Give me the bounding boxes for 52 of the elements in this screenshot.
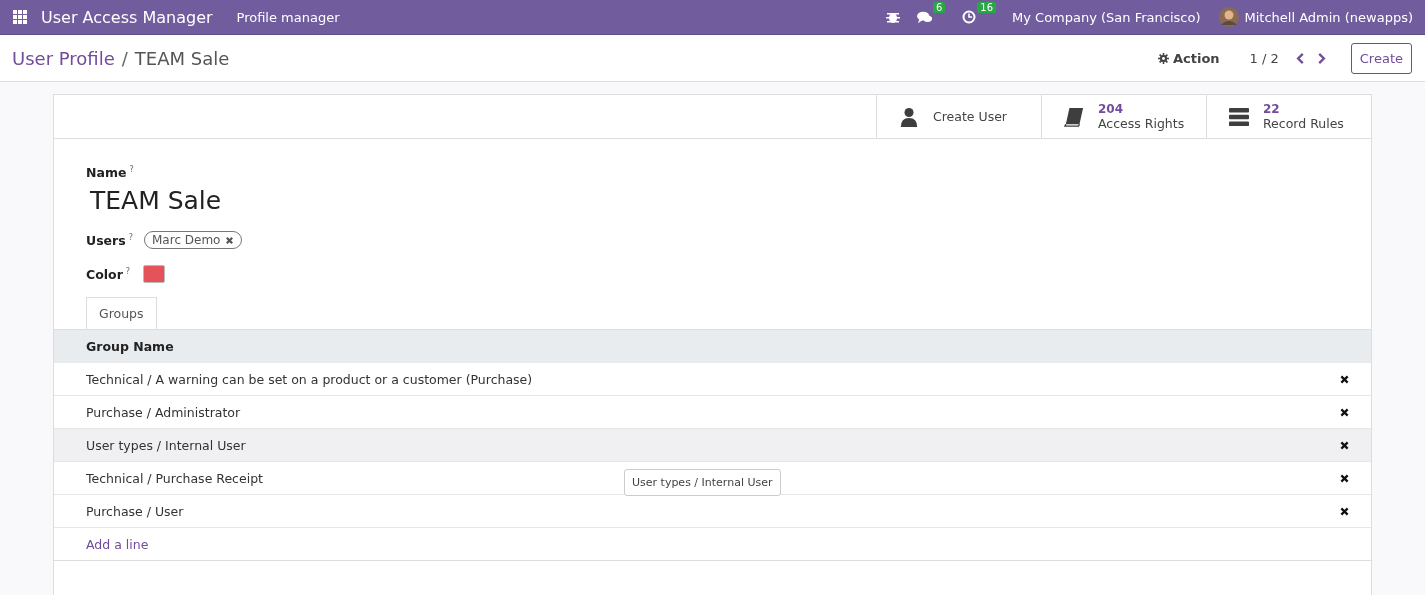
field-label: Name [86,165,127,180]
column-header[interactable]: Group Name [86,339,174,354]
name-field[interactable]: TEAM Sale [90,186,1339,215]
help-mark[interactable]: ? [129,165,134,174]
help-mark[interactable]: ? [128,232,133,242]
count-text: 22 [1263,102,1281,116]
apps-menu-icon[interactable] [13,10,27,24]
delete-icon[interactable] [1340,440,1349,450]
app-name[interactable]: User Access Manager [41,7,213,27]
delete-icon[interactable] [1340,407,1349,417]
gear-icon [1158,52,1169,64]
count-text: 204 [1098,102,1125,116]
remove-icon[interactable] [225,235,235,245]
field-label: Color [86,266,123,282]
table-cell: Purchase / User [86,503,184,519]
company-switcher[interactable]: My Company (San Francisco) [1012,9,1201,25]
smart-button-label: Access Rights [1098,116,1185,131]
table-cell: User types / Internal User [86,437,246,453]
tab[interactable]: Groups [86,297,157,329]
delete-icon[interactable] [1340,506,1349,516]
breadcrumb-separator: / [121,47,128,69]
book-icon [1064,106,1084,127]
clock-icon[interactable] [961,10,978,24]
pager-value: 1 / 2 [1249,50,1279,66]
table-row[interactable]: Purchase / User [54,495,1371,528]
table-cell: Technical / A warning can be set on a product or a customer (Purchase) [86,371,533,387]
action-menu-button[interactable]: Action [1154,46,1224,70]
activity-count-badge: 16 [977,2,997,13]
tooltip: User types / Internal User [624,469,781,496]
user-icon [899,106,919,127]
next-icon[interactable] [1316,51,1327,65]
menu-item[interactable]: Profile manager [236,9,340,25]
field-label: Users [86,232,126,248]
breadcrumb-link[interactable]: User Profile [12,47,115,69]
help-mark[interactable]: ? [125,266,131,276]
user-menu[interactable]: Mitchell Admin (newapps) [1244,9,1413,25]
chat-icon[interactable] [916,10,933,24]
table-cell: Technical / Purchase Receipt [86,470,263,486]
breadcrumb-current: TEAM Sale [134,47,230,69]
create-button[interactable]: Create [1350,42,1412,74]
message-count-badge: 6 [932,2,946,13]
smart-button-label: Create User [933,109,1007,124]
delete-icon[interactable] [1340,374,1349,384]
avatar-icon[interactable] [1218,7,1239,27]
previous-icon[interactable] [1294,51,1305,65]
color-swatch[interactable] [143,265,165,283]
add-line-link[interactable]: Add a line [86,536,149,552]
delete-icon[interactable] [1340,473,1349,483]
smart-button-label: Record Rules [1263,116,1344,131]
table-row[interactable]: Technical / A warning can be set on a product or a customer (Purchase) [54,363,1371,396]
server-icon [1229,106,1249,127]
table-cell: Purchase / Administrator [86,404,241,420]
